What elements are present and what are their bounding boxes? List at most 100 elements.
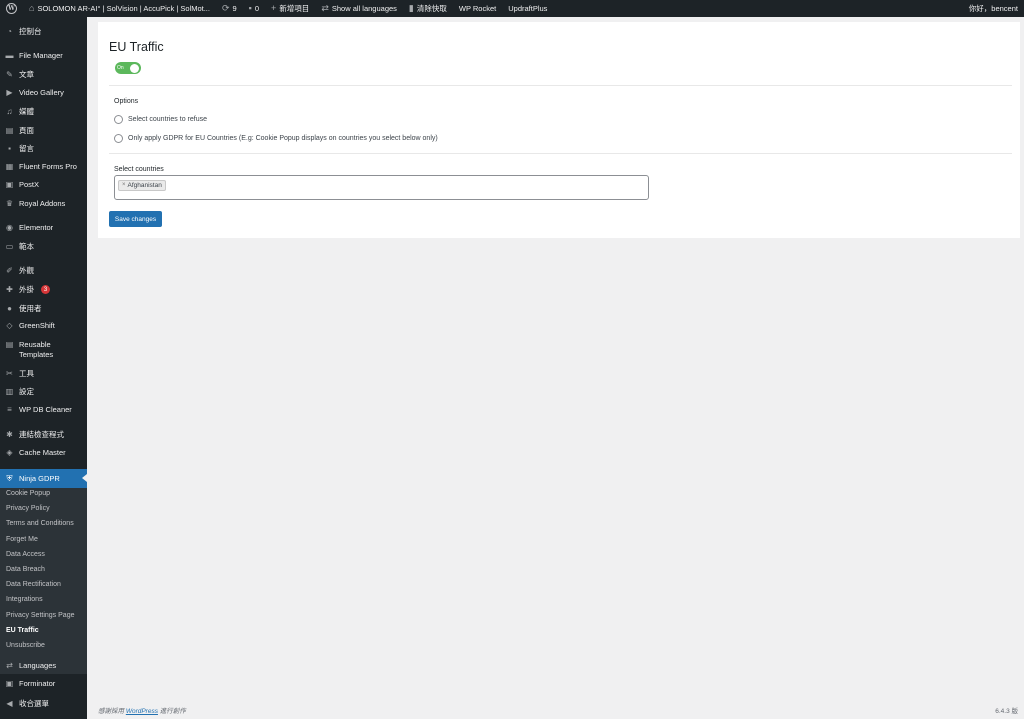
sidebar-item[interactable]: ✚ 外掛 3 (0, 284, 87, 295)
video-icon: ▶ (6, 88, 13, 97)
sidebar-item[interactable]: ▭ 範本 (0, 241, 87, 252)
wrench-icon: ✂ (6, 369, 13, 378)
radio-button[interactable] (114, 134, 123, 143)
submenu-item[interactable]: Data Rectification (6, 581, 61, 588)
plugin-icon: ✚ (6, 285, 13, 294)
updates-link[interactable]: ⟳ 9 (216, 0, 243, 17)
forminator-icon: ▣ (5, 679, 14, 688)
sidebar-item[interactable]: ✐ 外觀 (0, 265, 87, 276)
submenu-item[interactable]: Privacy Policy (6, 505, 50, 512)
sidebar-item[interactable]: ⇄ Languages (0, 661, 87, 670)
radio-label-refuse: Select countries to refuse (128, 116, 207, 123)
comment-bubble-icon: ▪ (248, 3, 252, 13)
sidebar-item-label: Languages (19, 661, 57, 670)
updraftplus-link[interactable]: UpdraftPlus (502, 0, 553, 17)
home-icon: ⌂ (29, 3, 35, 13)
sidebar-item[interactable]: ♫ 媒體 (0, 106, 87, 117)
radio-button[interactable] (114, 115, 123, 124)
sidebar-item-label: 頁面 (19, 126, 34, 135)
sidebar-item[interactable]: ▥ 設定 (0, 386, 87, 397)
sidebar-item-label: Royal Addons (19, 199, 66, 208)
updates-icon: ⟳ (221, 3, 230, 13)
sidebar-item[interactable]: ✂ 工具 (0, 368, 87, 379)
wp-logo-menu[interactable]: W (0, 0, 23, 17)
sidebar-item[interactable]: ▣ Forminator (0, 679, 87, 688)
submenu-item[interactable]: Terms and Conditions (6, 520, 74, 527)
site-name-link[interactable]: ⌂ SOLOMON AR-AI° | SolVision | AccuPick … (23, 0, 216, 17)
sidebar-item-label: 範本 (19, 242, 34, 251)
wp-rocket-label: WP Rocket (458, 4, 497, 13)
sidebar-item-label: 外觀 (19, 266, 34, 275)
settings-icon: ▥ (5, 387, 14, 396)
submenu-item[interactable]: Privacy Settings Page (6, 612, 74, 619)
eu-traffic-panel: EU Traffic On Options Select countries t… (98, 22, 1020, 238)
eu-traffic-toggle[interactable]: On (115, 62, 141, 74)
countries-multiselect[interactable]: × Afghanistan (114, 175, 649, 200)
account-greeting: 你好，bencent (968, 4, 1018, 13)
page-icon: ▤ (5, 126, 14, 135)
admin-sidebar: Cookie Popup Privacy Policy Terms and Cond… (0, 17, 87, 719)
radio-label-gdpr-eu: Only apply GDPR for EU Countries (E.g: C… (128, 135, 438, 142)
sidebar-item[interactable]: ▶ Video Gallery (0, 88, 87, 97)
sidebar-item[interactable]: ⛨ Ninja GDPR (0, 469, 87, 488)
sidebar-item-label: Forminator (19, 679, 56, 688)
sidebar-item[interactable]: ≡ WP DB Cleaner (0, 405, 87, 414)
sidebar-item-label: Cache Master (19, 448, 66, 457)
sidebar-item-label: 工具 (19, 369, 34, 378)
submenu-item[interactable]: Data Breach (6, 566, 45, 573)
sidebar-item[interactable]: ◈ Cache Master (0, 448, 87, 457)
comments-link[interactable]: ▪ 0 (243, 0, 265, 17)
submenu-item[interactable]: Cookie Popup (6, 490, 50, 497)
sidebar-item-label: 連結檢查程式 (19, 430, 64, 439)
submenu-item[interactable]: Integrations (6, 596, 43, 603)
languages-link[interactable]: ⇄ Show all languages (315, 0, 403, 17)
languages-label: Show all languages (331, 4, 397, 13)
pin-icon: ✎ (6, 70, 13, 79)
sidebar-item-label: 控制台 (19, 27, 42, 36)
divider (109, 85, 1012, 86)
radio-option-gdpr-eu[interactable]: Only apply GDPR for EU Countries (E.g: C… (114, 134, 438, 143)
sidebar-item[interactable]: ◀ 收合選單 (0, 698, 87, 709)
wp-rocket-link[interactable]: WP Rocket (453, 0, 502, 17)
template-icon: ▭ (5, 242, 14, 251)
sidebar-item[interactable]: ▦ Fluent Forms Pro (0, 162, 87, 171)
save-changes-button[interactable]: Save changes (109, 211, 162, 227)
sidebar-item-label: Video Gallery (19, 88, 64, 97)
reusable-icon: ▤ (5, 340, 14, 349)
submenu-item[interactable]: Data Access (6, 551, 45, 558)
sidebar-item[interactable]: ◉ Elementor (0, 223, 87, 232)
sidebar-item[interactable]: ● 使用者 (0, 303, 87, 314)
sidebar-item-label: 設定 (19, 387, 34, 396)
ninja-gdpr-submenu: Cookie Popup Privacy Policy Terms and Cond… (0, 482, 87, 674)
sidebar-item[interactable]: ▤ 頁面 (0, 125, 87, 136)
trash-icon: ▮ (408, 3, 414, 13)
remove-tag-icon[interactable]: × (122, 182, 126, 188)
sidebar-item[interactable]: ♛ Royal Addons (0, 199, 87, 208)
options-label: Options (114, 98, 139, 105)
sidebar-item[interactable]: ▣ PostX (0, 180, 87, 189)
sidebar-item-label: GreenShift (19, 321, 55, 330)
sidebar-item-label: 文章 (19, 70, 34, 79)
new-content-link[interactable]: + 新增項目 (265, 0, 315, 17)
sidebar-item[interactable]: ▤ Reusable Templates (0, 340, 87, 360)
footer-thanks-suffix: 進行創作 (159, 708, 186, 715)
sidebar-item[interactable]: ▬ File Manager (0, 51, 87, 60)
sidebar-item[interactable]: ◔ 控制台 (0, 26, 87, 37)
sidebar-item[interactable]: ◇ GreenShift (0, 321, 87, 330)
comment-icon: ▪ (8, 144, 11, 153)
sidebar-item-label: Elementor (19, 223, 54, 232)
sidebar-item-label: WP DB Cleaner (19, 405, 72, 414)
submenu-item[interactable]: EU Traffic (6, 627, 39, 634)
crown-icon: ♛ (5, 199, 14, 208)
sidebar-item[interactable]: ✱ 連結檢查程式 (0, 429, 87, 440)
account-menu[interactable]: 你好，bencent (963, 0, 1024, 17)
sidebar-item-label: 外掛 (19, 285, 34, 294)
sidebar-item[interactable]: ✎ 文章 (0, 69, 87, 80)
radio-option-refuse[interactable]: Select countries to refuse (114, 115, 207, 124)
sidebar-item[interactable]: ▪ 留言 (0, 143, 87, 154)
clear-cache-link[interactable]: ▮ 清除快取 (403, 0, 453, 17)
submenu-item[interactable]: Unsubscribe (6, 642, 45, 649)
submenu-item[interactable]: Forget Me (6, 536, 38, 543)
wordpress-link[interactable]: WordPress (126, 708, 158, 715)
media-icon: ♫ (6, 107, 13, 116)
